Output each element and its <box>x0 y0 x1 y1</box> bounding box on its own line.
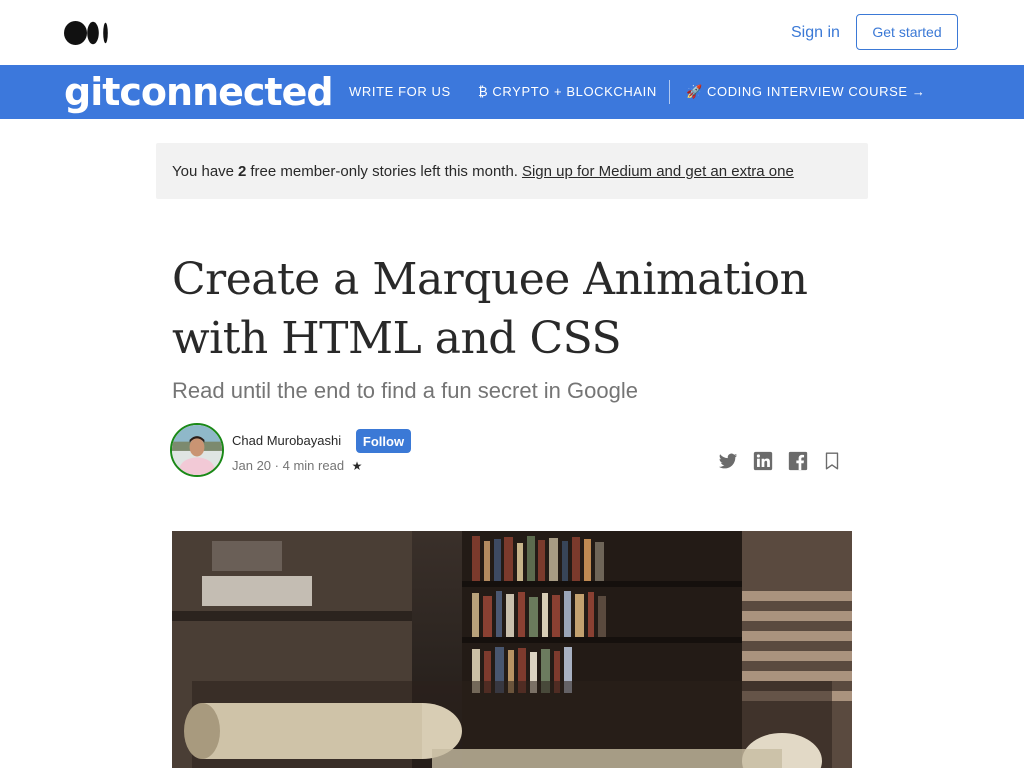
medium-logo-icon[interactable] <box>64 21 110 45</box>
facebook-icon[interactable] <box>787 450 809 472</box>
bookmark-icon[interactable] <box>821 450 843 472</box>
hero-image <box>172 531 852 768</box>
twitter-icon[interactable] <box>717 450 739 472</box>
author-name[interactable]: Chad Murobayashi <box>232 433 341 448</box>
banner-count: 2 <box>238 162 247 180</box>
member-stories-banner: You have 2 free member-only stories left… <box>156 143 868 199</box>
article-subtitle: Read until the end to find a fun secret … <box>172 378 638 403</box>
sign-in-link[interactable]: Sign in <box>791 24 840 42</box>
publication-logo[interactable]: gitconnected <box>64 69 334 115</box>
nav-write-for-us[interactable]: WRITE FOR US <box>349 84 451 100</box>
linkedin-icon[interactable] <box>752 450 774 472</box>
nav-divider <box>669 80 670 104</box>
nav-coding-interview-course[interactable]: 🚀 CODING INTERVIEW COURSE → <box>686 84 925 100</box>
follow-button[interactable]: Follow <box>356 429 411 453</box>
author-avatar[interactable] <box>170 423 224 477</box>
member-star-icon: ★ <box>351 459 363 473</box>
signup-link[interactable]: Sign up for Medium and get an extra one <box>522 163 794 180</box>
top-bar: Sign in Get started <box>0 0 1024 65</box>
article-meta: Jan 20 · 4 min read ★ <box>232 458 362 473</box>
get-started-button[interactable]: Get started <box>856 14 958 50</box>
nav-crypto-blockchain[interactable]: ₿ CRYPTO + BLOCKCHAIN <box>478 84 657 100</box>
banner-prefix: You have <box>172 162 235 180</box>
publish-date: Jan 20 <box>232 458 272 473</box>
read-time: 4 min read <box>282 458 345 473</box>
meta-separator: · <box>274 458 283 473</box>
banner-suffix: free member-only stories left this month… <box>250 162 518 180</box>
article-title: Create a Marquee Animation with HTML and… <box>172 254 808 364</box>
publication-bar: gitconnected WRITE FOR US ₿ CRYPTO + BLO… <box>0 65 1024 119</box>
